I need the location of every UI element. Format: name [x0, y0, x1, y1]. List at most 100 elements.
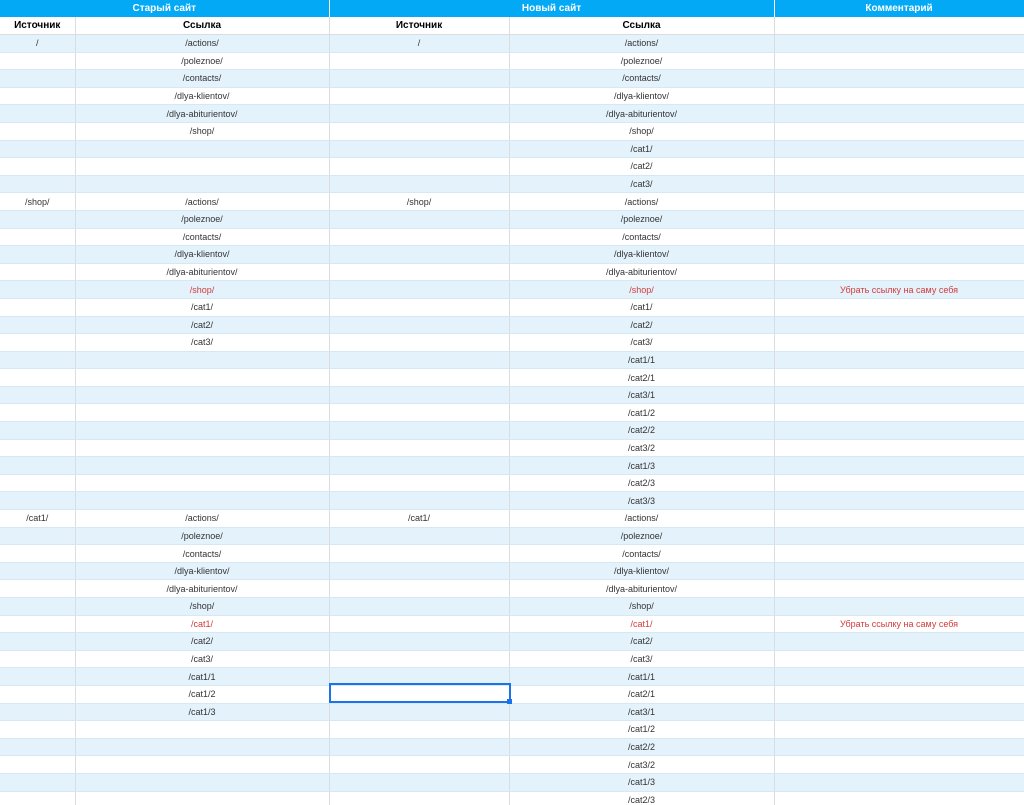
cell-new-link[interactable]: /cat3/ [509, 175, 775, 194]
cell-new-source[interactable] [329, 474, 510, 493]
cell-old-source[interactable] [0, 791, 76, 805]
cell-old-link[interactable]: /shop/ [75, 280, 330, 299]
cell-new-link[interactable]: /cat3/2 [509, 755, 775, 774]
cell-old-source[interactable] [0, 597, 76, 616]
cell-comment[interactable] [774, 439, 1024, 458]
cell-new-link[interactable]: /dlya-abiturientov/ [509, 579, 775, 598]
cell-old-source[interactable] [0, 615, 76, 634]
cell-comment[interactable] [774, 368, 1024, 387]
cell-old-link[interactable] [75, 439, 330, 458]
cell-old-link[interactable] [75, 755, 330, 774]
cell-new-link[interactable]: /cat1/2 [509, 720, 775, 739]
cell-comment[interactable] [774, 791, 1024, 805]
cell-comment[interactable] [774, 386, 1024, 405]
cell-old-link[interactable] [75, 421, 330, 440]
cell-old-link[interactable] [75, 720, 330, 739]
cell-old-link[interactable]: /contacts/ [75, 544, 330, 563]
cell-old-link[interactable]: /cat2/ [75, 316, 330, 335]
cell-new-link[interactable]: /cat1/3 [509, 773, 775, 792]
cell-old-source[interactable] [0, 87, 76, 106]
cell-old-link[interactable] [75, 791, 330, 805]
cell-old-source[interactable] [0, 104, 76, 123]
cell-comment[interactable] [774, 263, 1024, 282]
cell-new-link[interactable]: /cat3/ [509, 333, 775, 352]
cell-comment[interactable] [774, 245, 1024, 264]
cell-comment[interactable] [774, 192, 1024, 211]
cell-new-link[interactable]: /poleznoe/ [509, 52, 775, 71]
cell-new-source[interactable] [329, 544, 510, 563]
cell-comment[interactable] [774, 228, 1024, 247]
cell-new-link[interactable]: /shop/ [509, 280, 775, 299]
cell-new-source[interactable] [329, 791, 510, 805]
cell-old-source[interactable] [0, 544, 76, 563]
cell-old-source[interactable] [0, 491, 76, 511]
cell-comment[interactable] [774, 403, 1024, 423]
cell-old-link[interactable]: /dlya-abiturientov/ [75, 579, 330, 598]
selected-cell-outline[interactable] [329, 683, 512, 704]
cell-new-source[interactable] [329, 122, 510, 141]
cell-old-link[interactable]: /cat1/3 [75, 703, 330, 722]
cell-new-link[interactable]: /cat3/1 [509, 703, 775, 722]
cell-comment[interactable] [774, 650, 1024, 669]
cell-old-source[interactable] [0, 263, 76, 282]
cell-new-source[interactable] [329, 703, 510, 722]
cell-new-source[interactable] [329, 650, 510, 669]
cell-old-link[interactable]: /shop/ [75, 597, 330, 616]
cell-old-source[interactable] [0, 316, 76, 335]
cell-new-source[interactable] [329, 333, 510, 352]
cell-new-source[interactable] [329, 439, 510, 458]
cell-new-source[interactable] [329, 87, 510, 106]
cell-old-source[interactable] [0, 703, 76, 722]
cell-comment[interactable] [774, 140, 1024, 159]
cell-old-link[interactable]: /poleznoe/ [75, 527, 330, 546]
cell-old-link[interactable]: /dlya-klientov/ [75, 245, 330, 264]
cell-old-source[interactable] [0, 738, 76, 757]
cell-comment[interactable] [774, 773, 1024, 792]
cell-old-source[interactable] [0, 122, 76, 141]
cell-new-link[interactable]: /dlya-klientov/ [509, 562, 775, 581]
cell-comment[interactable] [774, 34, 1024, 53]
cell-old-link[interactable] [75, 368, 330, 387]
cell-old-link[interactable]: /actions/ [75, 192, 330, 211]
cell-old-source[interactable] [0, 456, 76, 475]
cell-new-source[interactable] [329, 368, 510, 387]
cell-old-source[interactable] [0, 403, 76, 423]
cell-old-source[interactable] [0, 298, 76, 317]
cell-old-link[interactable] [75, 140, 330, 159]
cell-new-link[interactable]: /dlya-klientov/ [509, 87, 775, 106]
cell-new-source[interactable] [329, 738, 510, 757]
cell-old-link[interactable]: /poleznoe/ [75, 52, 330, 71]
cell-new-source[interactable] [329, 140, 510, 159]
cell-old-source[interactable] [0, 421, 76, 440]
cell-new-link[interactable]: /cat2/3 [509, 474, 775, 493]
cell-old-source[interactable] [0, 527, 76, 546]
cell-new-link[interactable]: /actions/ [509, 192, 775, 211]
cell-new-link[interactable]: /poleznoe/ [509, 527, 775, 546]
cell-comment[interactable] [774, 316, 1024, 335]
cell-comment[interactable] [774, 685, 1024, 704]
group-header-new-site[interactable]: Новый сайт [329, 0, 775, 17]
cell-comment[interactable] [774, 579, 1024, 598]
cell-new-source[interactable] [329, 298, 510, 317]
cell-new-link[interactable]: /poleznoe/ [509, 210, 775, 229]
cell-new-source[interactable] [329, 157, 510, 176]
cell-comment[interactable]: Убрать ссылку на саму себя [774, 280, 1024, 299]
cell-old-source[interactable] [0, 720, 76, 739]
cell-old-source[interactable] [0, 333, 76, 352]
cell-new-link[interactable]: /cat2/2 [509, 738, 775, 757]
cell-new-link[interactable]: /actions/ [509, 34, 775, 53]
cell-old-link[interactable]: /actions/ [75, 34, 330, 53]
cell-new-link[interactable]: /cat2/1 [509, 368, 775, 387]
column-header-new-source[interactable]: Источник [329, 17, 510, 35]
cell-old-link[interactable] [75, 175, 330, 194]
cell-new-link[interactable]: /dlya-abiturientov/ [509, 104, 775, 123]
cell-new-source[interactable] [329, 210, 510, 229]
cell-old-link[interactable] [75, 403, 330, 423]
cell-new-source[interactable] [329, 632, 510, 651]
cell-old-link[interactable] [75, 157, 330, 176]
cell-comment[interactable] [774, 509, 1024, 528]
cell-comment[interactable] [774, 87, 1024, 106]
cell-new-link[interactable]: /cat2/ [509, 316, 775, 335]
cell-new-link[interactable]: /contacts/ [509, 228, 775, 247]
cell-new-source[interactable] [329, 263, 510, 282]
